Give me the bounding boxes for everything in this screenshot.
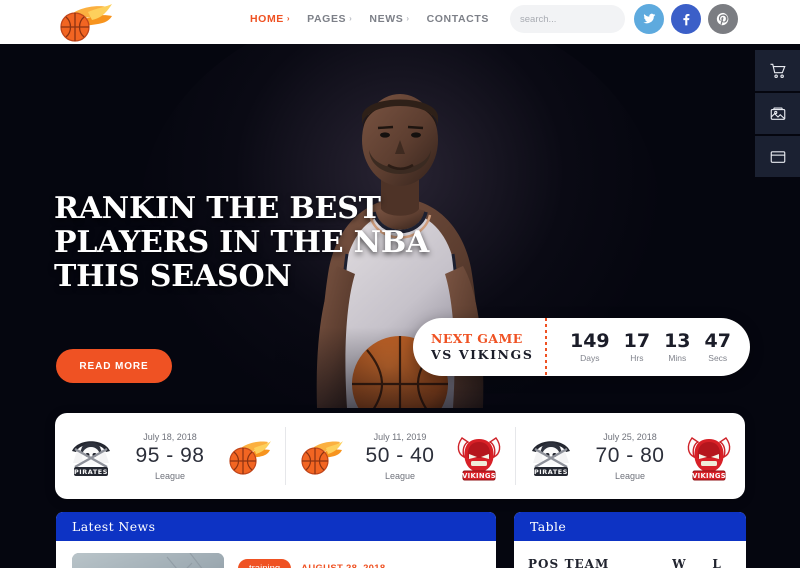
vikings-badge-icon: VIKINGS <box>454 430 504 482</box>
hero-title-line-3: THIS SEASON <box>54 259 292 295</box>
read-more-button[interactable]: READ MORE <box>56 349 172 383</box>
news-meta: training AUGUST 28, 2018 <box>238 559 412 568</box>
nav-item-home[interactable]: HOME › <box>250 13 290 25</box>
social-links <box>634 4 738 34</box>
match-date: July 11, 2019 <box>373 431 427 442</box>
match-score-block: July 25, 2018 70 - 80 League <box>584 432 676 481</box>
column-header-pos: POS <box>528 557 560 568</box>
next-game-opponent: VS VIKINGS <box>431 347 534 362</box>
match-score: 95 - 98 <box>135 443 205 467</box>
search-input[interactable] <box>520 13 652 25</box>
site-header: HOME › PAGES › NEWS › CONTACTS <box>0 0 800 44</box>
column-header-w: W <box>672 557 687 568</box>
countdown-seconds-value: 47 <box>704 330 731 353</box>
pirates-badge-icon: PIRATES <box>526 430 576 482</box>
page-root: RANKIN THE BEST PLAYERS IN THE NBA THIS … <box>0 0 800 568</box>
svg-text:VIKINGS: VIKINGS <box>692 472 726 480</box>
flames-badge-icon <box>224 430 274 482</box>
countdown-hours-label: Hrs <box>630 352 644 363</box>
hero-title-line-1: RANKIN THE BEST <box>54 191 381 226</box>
column-header-l: L <box>712 557 722 568</box>
nav-item-contacts[interactable]: CONTACTS <box>427 13 489 25</box>
svg-text:PIRATES: PIRATES <box>534 468 568 476</box>
facebook-icon[interactable] <box>671 4 701 34</box>
nav-item-pages-label: PAGES <box>307 13 347 25</box>
site-logo[interactable] <box>54 2 116 44</box>
column-header-team: TEAM <box>564 557 610 568</box>
match-score: 70 - 80 <box>595 443 665 467</box>
match-results-bar: PIRATES July 18, 2018 95 - 98 League Jul… <box>55 413 745 499</box>
window-icon[interactable] <box>755 136 800 179</box>
table-header-row: POS TEAM W L <box>514 541 746 568</box>
chevron-right-icon: › <box>349 14 353 23</box>
gallery-icon[interactable] <box>755 93 800 136</box>
twitter-icon[interactable] <box>634 4 664 34</box>
hero-title: RANKIN THE BEST PLAYERS IN THE NBA THIS … <box>54 191 434 295</box>
countdown-minutes-value: 13 <box>664 330 691 353</box>
next-game-countdown: NEXT GAME VS VIKINGS 149 Days 17 Hrs 13 … <box>413 318 750 376</box>
svg-text:VIKINGS: VIKINGS <box>462 472 496 480</box>
side-dock <box>755 50 800 179</box>
news-text-block: training AUGUST 28, 2018 The Most Effect… <box>238 553 412 568</box>
match-score: 50 - 40 <box>365 443 435 467</box>
nav-item-news-label: NEWS <box>369 13 404 25</box>
match-score-block: July 11, 2019 50 - 40 League <box>354 432 446 481</box>
pinterest-icon[interactable] <box>708 4 738 34</box>
match-date: July 18, 2018 <box>143 431 197 442</box>
latest-news-panel: Latest News <box>56 512 496 568</box>
countdown-units: 149 Days 17 Hrs 13 Mins 47 Secs <box>547 331 750 363</box>
match-result-item[interactable]: PIRATES July 25, 2018 70 - 80 League VIK… <box>515 413 745 499</box>
chevron-right-icon: › <box>406 14 410 23</box>
match-score-block: July 18, 2018 95 - 98 League <box>124 432 216 481</box>
match-league: League <box>154 470 186 481</box>
flames-badge-icon <box>296 430 346 482</box>
match-league: League <box>384 470 416 481</box>
countdown-unit-days: 149 Days <box>570 331 610 363</box>
next-game-label: NEXT GAME <box>431 331 523 347</box>
hero-title-line-2: PLAYERS IN THE NBA <box>54 225 430 261</box>
news-date: AUGUST 28, 2018 <box>301 563 385 568</box>
main-navigation: HOME › PAGES › NEWS › CONTACTS <box>250 13 489 25</box>
vikings-badge-icon: VIKINGS <box>684 430 734 482</box>
countdown-minutes-label: Mins <box>668 352 687 363</box>
news-category-badge[interactable]: training <box>238 559 292 568</box>
countdown-unit-hours: 17 Hrs <box>624 331 650 363</box>
svg-text:PIRATES: PIRATES <box>74 468 108 476</box>
standings-table-panel: Table POS TEAM W L 1 Tornados 4 1 <box>514 512 746 568</box>
latest-news-title: Latest News <box>56 512 496 541</box>
countdown-days-label: Days <box>580 352 600 363</box>
news-item[interactable]: training AUGUST 28, 2018 The Most Effect… <box>56 541 496 568</box>
countdown-seconds-label: Secs <box>708 352 728 363</box>
standings-table-title: Table <box>514 512 746 541</box>
pirates-badge-icon: PIRATES <box>66 430 116 482</box>
countdown-unit-minutes: 13 Mins <box>664 331 690 363</box>
nav-item-contacts-label: CONTACTS <box>426 13 489 25</box>
countdown-hours-value: 17 <box>623 330 651 353</box>
nav-item-pages[interactable]: PAGES › <box>307 13 352 25</box>
countdown-days-value: 149 <box>569 330 610 353</box>
cart-icon[interactable] <box>755 50 800 93</box>
match-date: July 25, 2018 <box>603 431 657 442</box>
chevron-right-icon: › <box>286 14 291 23</box>
match-result-item[interactable]: July 11, 2019 50 - 40 League VIKINGS <box>285 413 515 499</box>
search-box[interactable] <box>510 5 664 33</box>
nav-item-news[interactable]: NEWS › <box>369 13 409 25</box>
countdown-unit-seconds: 47 Secs <box>705 331 731 363</box>
nav-item-home-label: HOME <box>250 13 284 25</box>
standings-table: POS TEAM W L 1 Tornados 4 1 <box>514 541 746 568</box>
news-thumbnail[interactable] <box>72 553 224 568</box>
match-league: League <box>614 470 646 481</box>
hero-section: RANKIN THE BEST PLAYERS IN THE NBA THIS … <box>0 44 800 568</box>
match-result-item[interactable]: PIRATES July 18, 2018 95 - 98 League <box>55 413 285 499</box>
next-game-info: NEXT GAME VS VIKINGS <box>413 331 545 362</box>
